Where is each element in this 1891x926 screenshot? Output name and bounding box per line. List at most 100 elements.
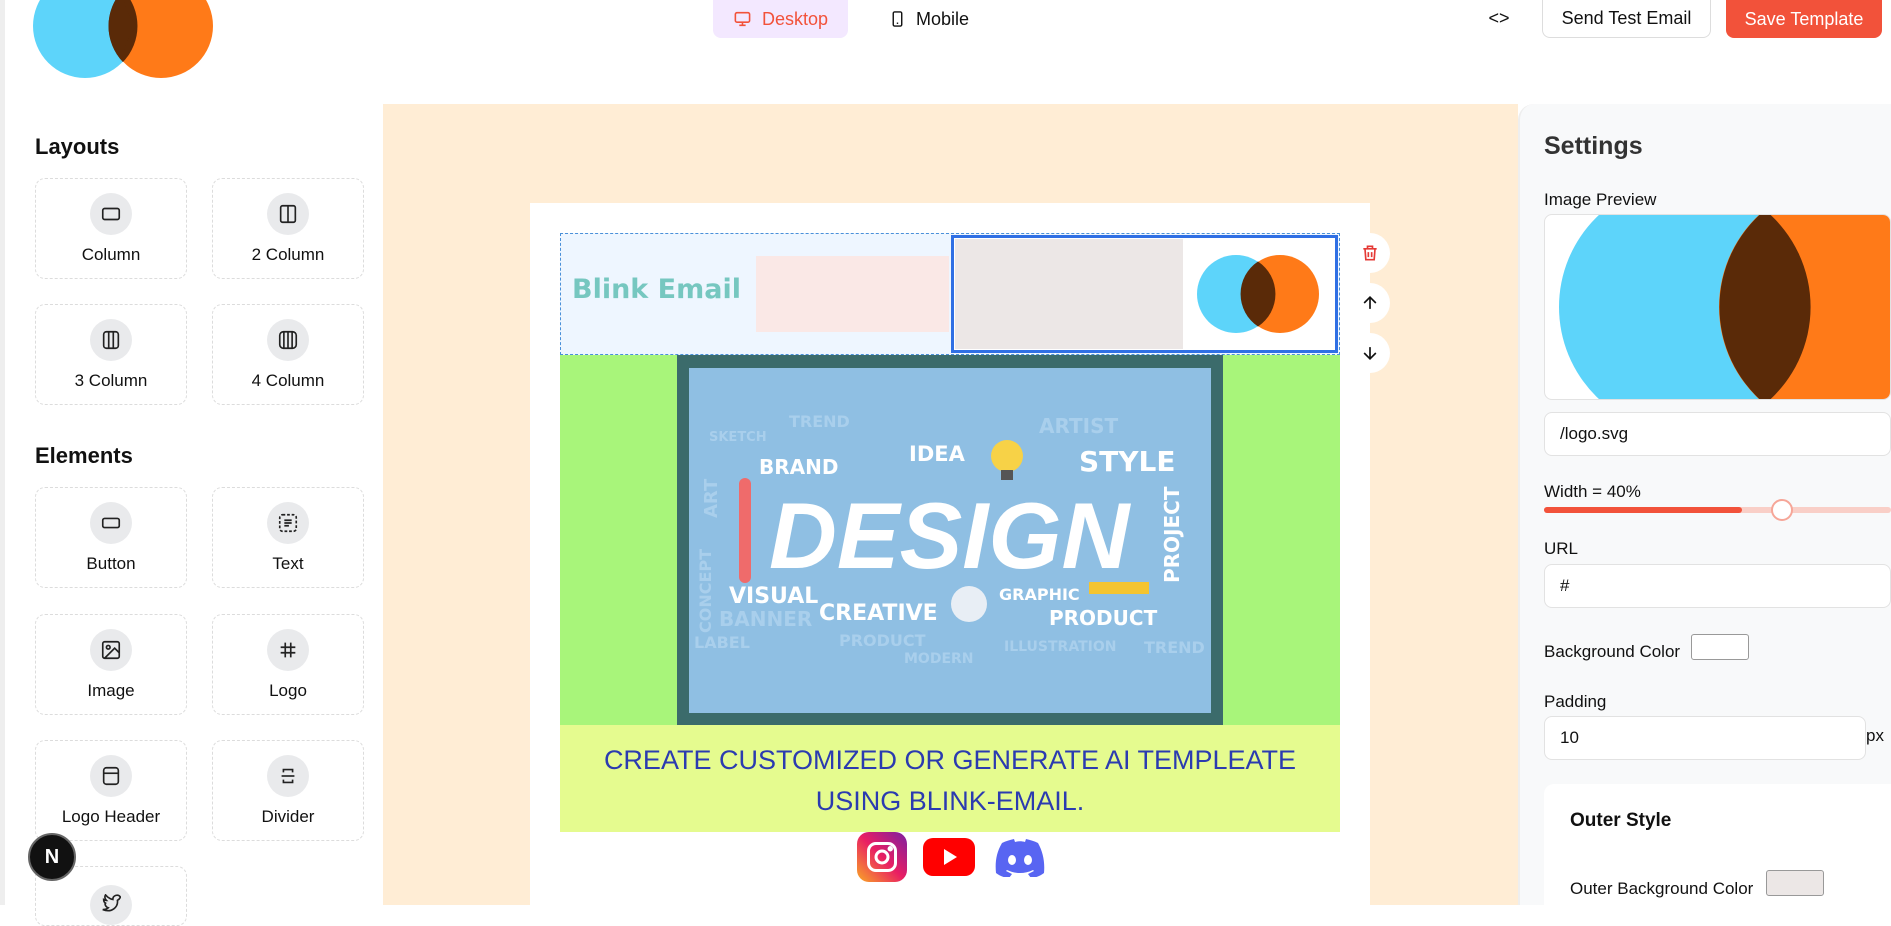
brand-text[interactable]: Blink Email	[572, 274, 741, 305]
instagram-icon[interactable]	[857, 832, 907, 882]
logo-header-icon	[90, 754, 132, 797]
send-test-email-button[interactable]: Send Test Email	[1542, 0, 1711, 38]
mobile-view-button[interactable]: Mobile	[869, 0, 989, 38]
code-view-button[interactable]: <>	[1485, 4, 1513, 32]
hero-word-visual: VISUAL	[729, 584, 818, 609]
two-column-icon	[267, 192, 309, 235]
element-label: Logo	[269, 680, 307, 700]
hero-word-creative: CREATIVE	[819, 601, 938, 626]
cta-line-1: CREATE CUSTOMIZED OR GENERATE AI TEMPLEA…	[603, 745, 1297, 775]
hero-word-modern: MODERN	[904, 651, 974, 667]
width-label: Width = 40%	[1544, 482, 1641, 501]
element-tile-image[interactable]: Image	[35, 614, 187, 715]
save-template-button[interactable]: Save Template	[1726, 0, 1882, 38]
code-icon: <>	[1488, 7, 1510, 28]
element-tile-logo-header[interactable]: Logo Header	[35, 740, 187, 841]
email-logo-image[interactable]	[1197, 254, 1319, 334]
layout-tile-3-column[interactable]: 3 Column	[35, 304, 187, 405]
youtube-icon[interactable]	[923, 832, 975, 882]
layout-label: 4 Column	[251, 370, 325, 390]
components-sidebar: Layouts Column 2 Column 3 Column 4 Colum…	[0, 104, 383, 926]
padding-unit: px	[1866, 726, 1884, 745]
width-slider-thumb[interactable]	[1771, 499, 1793, 521]
trash-icon	[1363, 245, 1377, 261]
hero-word-product: PRODUCT	[839, 631, 926, 650]
top-bar: Desktop Mobile <> Send Test Email Save T…	[0, 0, 1891, 104]
layouts-title: Layouts	[35, 134, 120, 159]
text-icon	[267, 501, 309, 544]
padding-input[interactable]: 10	[1544, 716, 1866, 760]
element-label: Text	[272, 553, 304, 573]
settings-title: Settings	[1544, 132, 1643, 160]
background-color-label: Background Color	[1544, 642, 1681, 661]
column-background	[955, 239, 1183, 349]
hero-word-product-main: PRODUCT	[1049, 606, 1158, 630]
cta-text-block[interactable]: CREATE CUSTOMIZED OR GENERATE AI TEMPLEA…	[560, 725, 1340, 832]
element-label: Button	[86, 553, 136, 573]
four-column-icon	[267, 318, 309, 361]
outer-style-title: Outer Style	[1570, 810, 1672, 831]
hero-word-graphic: GRAPHIC	[999, 585, 1080, 604]
desktop-view-button[interactable]: Desktop	[713, 0, 848, 38]
outer-background-color-label: Outer Background Color	[1570, 879, 1754, 898]
hero-word-artist: ARTIST	[1039, 414, 1118, 438]
hero-word-trend-2: TREND	[1144, 638, 1205, 657]
cta-line-2: USING BLINK-EMAIL.	[815, 786, 1085, 816]
arrow-down-icon	[1363, 347, 1377, 361]
smartphone-icon	[892, 11, 903, 27]
layout-tile-4-column[interactable]: 4 Column	[212, 304, 364, 405]
hero-word-banner: BANNER	[719, 607, 812, 631]
element-tile-text[interactable]: Text	[212, 487, 364, 588]
elements-title: Elements	[35, 443, 133, 468]
element-tile-logo[interactable]: Logo	[212, 614, 364, 715]
hero-word-brand: BRAND	[759, 455, 838, 479]
move-up-button[interactable]	[1350, 283, 1390, 323]
social-icon	[90, 885, 132, 925]
url-label: URL	[1544, 539, 1579, 558]
element-label: Divider	[261, 806, 315, 826]
layout-label: Column	[81, 244, 141, 264]
divider-icon	[267, 754, 309, 797]
monitor-icon	[734, 11, 751, 27]
width-slider-fill	[1544, 507, 1743, 513]
app-logo	[33, 0, 213, 78]
layout-label: 2 Column	[251, 244, 325, 264]
url-input[interactable]: #	[1544, 564, 1891, 608]
layout-tile-2-column[interactable]: 2 Column	[212, 178, 364, 279]
column-icon	[90, 192, 132, 235]
mobile-label: Mobile	[915, 8, 969, 29]
image-preview-label: Image Preview	[1544, 190, 1657, 209]
element-tile-button[interactable]: Button	[35, 487, 187, 588]
padding-label: Padding	[1544, 692, 1607, 711]
move-down-button[interactable]	[1350, 333, 1390, 373]
three-column-icon	[90, 318, 132, 361]
hero-word-design: DESIGN	[769, 483, 1132, 588]
image-src-input[interactable]: /logo.svg	[1544, 412, 1891, 456]
hero-word-style: STYLE	[1079, 445, 1176, 478]
hero-word-art: ART	[701, 478, 722, 518]
element-tile-divider[interactable]: Divider	[212, 740, 364, 841]
image-preview	[1544, 214, 1891, 400]
hero-word-illustration: ILLUSTRATION	[1004, 639, 1116, 655]
width-slider[interactable]	[1544, 507, 1891, 513]
element-label: Logo Header	[61, 806, 161, 826]
hero-word-sketch: SKETCH	[709, 430, 767, 445]
background-color-swatch[interactable]	[1691, 634, 1749, 660]
delete-block-button[interactable]	[1350, 233, 1390, 273]
dev-badge[interactable]: N	[28, 833, 76, 881]
hero-word-label: LABEL	[694, 633, 750, 652]
layout-tile-column[interactable]: Column	[35, 178, 187, 279]
element-label: Image	[87, 680, 135, 700]
hero-word-trend: TREND	[789, 412, 850, 431]
logo-hash-icon	[267, 628, 309, 671]
design-hero-image[interactable]: TREND ARTIST SKETCH BANNER LABEL MODERN …	[689, 368, 1211, 713]
hero-word-idea: IDEA	[909, 442, 966, 466]
layout-label: 3 Column	[74, 370, 148, 390]
button-icon	[90, 501, 132, 544]
discord-icon[interactable]	[993, 832, 1047, 882]
outer-background-color-swatch[interactable]	[1766, 870, 1824, 896]
header-spacer-block	[756, 256, 949, 332]
arrow-up-icon	[1363, 295, 1377, 309]
hero-word-project: PROJECT	[1160, 486, 1184, 583]
desktop-label: Desktop	[761, 8, 828, 29]
